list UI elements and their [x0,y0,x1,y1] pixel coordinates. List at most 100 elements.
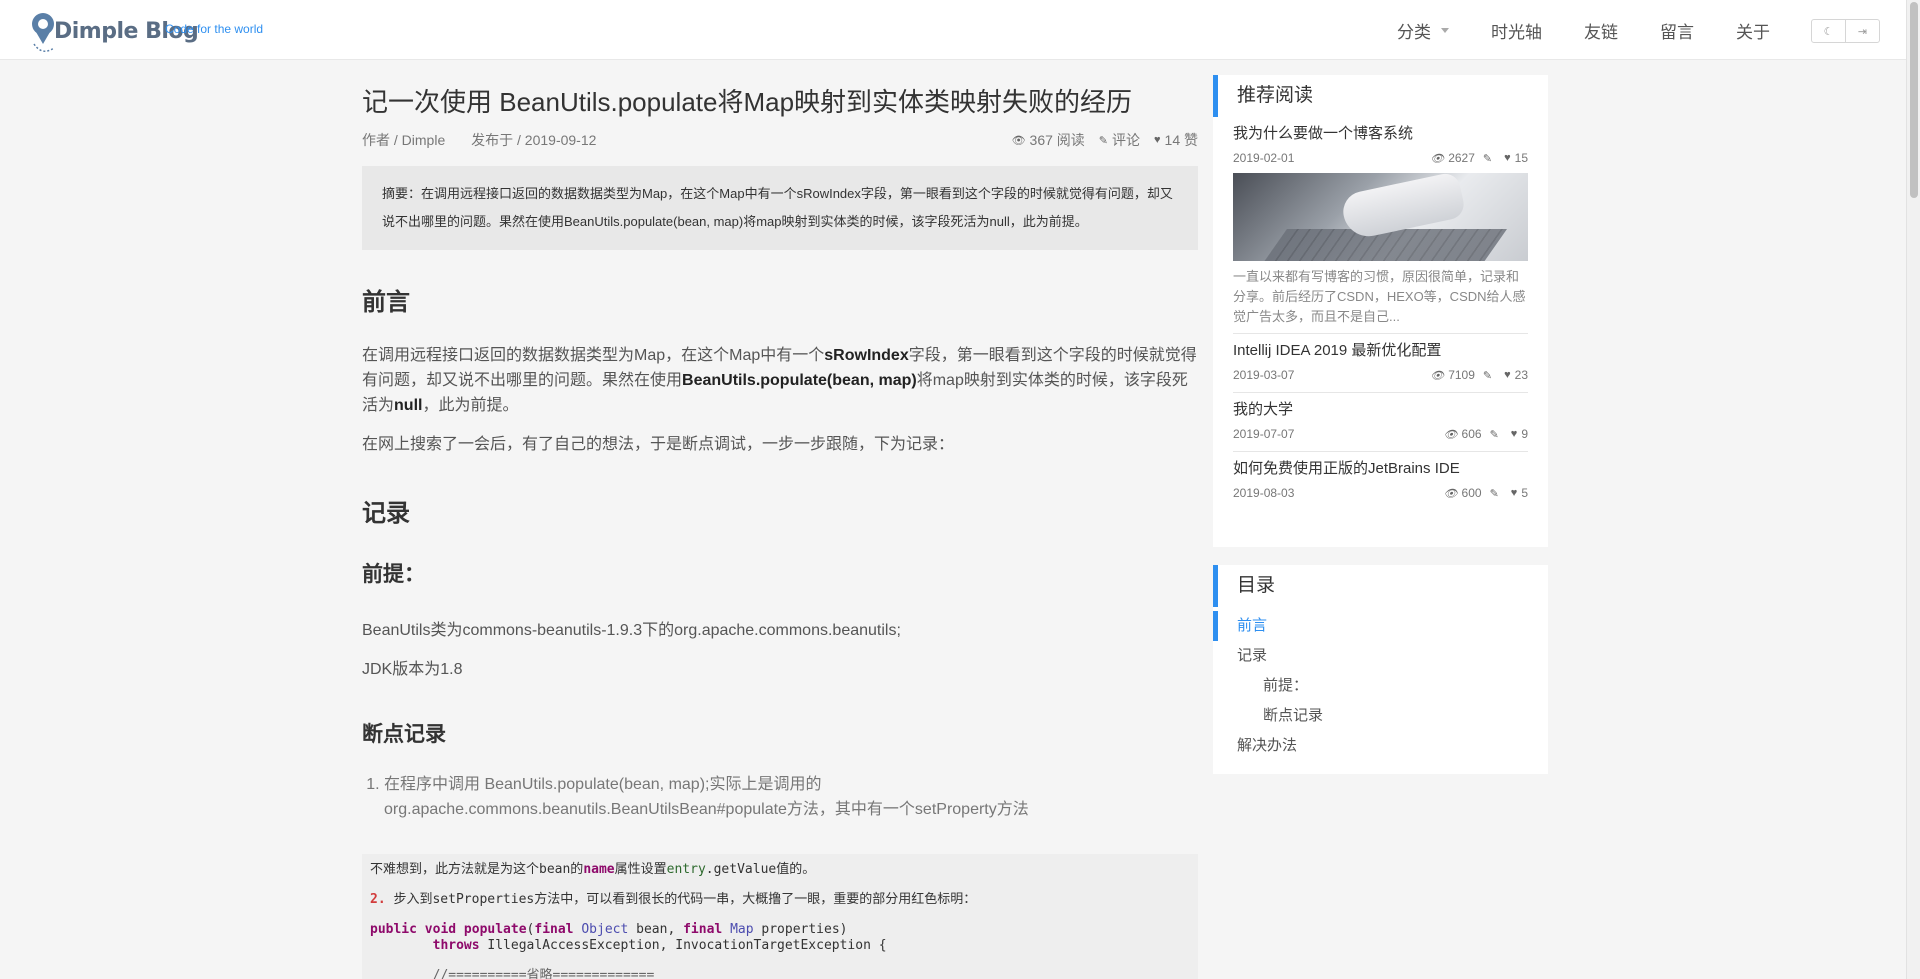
heart-icon: ♥ [1510,428,1518,440]
recommend-item-date: 2019-08-03 [1233,486,1295,500]
recommend-item-title[interactable]: Intellij IDEA 2019 最新优化配置 [1233,340,1528,362]
code-keyword: name [583,862,615,877]
header-toggles: ☾ ⇥ [1811,19,1880,43]
heart-icon: ♥ [1154,134,1161,146]
steps-list: 在程序中调用 BeanUtils.populate(bean, map);实际上… [362,772,1198,822]
comment-icon: ✎ [1482,369,1493,382]
nav-links[interactable]: 友链 [1584,18,1618,43]
top-navbar: Dimple Blog Code for the world 分类 时光轴 友链… [0,0,1906,60]
main-nav: 分类 时光轴 友链 留言 关于 [1355,0,1770,60]
like-button[interactable]: ♥ 14 赞 [1154,130,1198,150]
scrollbar-thumb[interactable] [1910,2,1918,198]
list-item[interactable]: 我为什么要做一个博客系统 2019-02-01 👁 2627 ✎ ♥ 15 一直以来… [1233,117,1528,334]
eye-icon: 👁 [1430,152,1445,165]
heading-record: 记录 [362,500,410,527]
code-function: populate [463,922,527,937]
recommend-item-date: 2019-07-07 [1233,427,1295,441]
text-span: ，此为前提。 [422,397,519,414]
toc-item-premise[interactable]: 前提： [1213,671,1548,701]
list-item[interactable]: 我的大学 2019-07-07 👁 606 ✎ ♥ 9 [1233,393,1528,452]
code-keyword: public void [370,922,457,937]
article-title: 记一次使用 BeanUtils.populate将Map映射到实体类映射失败的经… [362,87,1133,117]
comment-icon: ✎ [1482,152,1493,165]
heart-icon: ♥ [1510,487,1518,499]
toc-item-breakpoint[interactable]: 断点记录 [1213,701,1548,731]
recommend-item-likes: 15 [1514,151,1528,165]
comment-icon: ✎ [1098,134,1108,147]
site-slogan: Code for the world [165,22,264,36]
article-views: 367 阅读 [1029,132,1085,148]
recommend-item-thumbnail[interactable] [1233,173,1528,261]
code-text: properties) [753,922,848,937]
heart-icon: ♥ [1504,369,1511,381]
nav-timeline[interactable]: 时光轴 [1491,18,1542,43]
recommend-item-date: 2019-03-07 [1233,368,1295,382]
recommend-item-views: 600 [1461,486,1482,500]
heart-icon: ♥ [1504,152,1511,164]
nav-about[interactable]: 关于 [1736,18,1770,43]
text-span: 在调用远程接口返回的数据数据类型为Map，在这个Map中有一个 [362,347,825,364]
comment-icon: ✎ [1489,487,1499,500]
heading-breakpoint: 断点记录 [362,723,446,746]
premise-paragraph-2: JDK版本为1.8 [362,661,463,678]
list-item[interactable]: Intellij IDEA 2019 最新优化配置 2019-03-07 👁 71… [1233,334,1528,393]
article-likes: 14 赞 [1164,132,1198,148]
recommend-item-title[interactable]: 如何免费使用正版的JetBrains IDE [1233,458,1528,480]
text-span: org.apache.commons.beanutils.BeanUtilsBe… [384,801,1029,818]
code-keyword: final [683,922,723,937]
code-class: Map [722,922,754,937]
comment-link[interactable]: ✎ 评论 [1099,130,1140,150]
heading-preface: 前言 [362,289,410,316]
eye-icon: 👁 [1011,134,1026,147]
toc-item-record[interactable]: 记录 [1213,641,1548,671]
eye-icon: 👁 [1430,369,1445,382]
recommend-title: 推荐阅读 [1213,75,1548,117]
code-text: .getValue值的。 [705,862,816,877]
preface-paragraph-2: 在网上搜索了一会后，有了自己的想法，于是断点调试，一步一步跟随，下为记录： [362,436,955,453]
heading-premise: 前提： [362,563,425,586]
recommend-item-desc: 一直以来都有写博客的习惯，原因很简单，记录和分享。前后经历了CSDN，HEXO等… [1233,269,1526,324]
code-keyword: throws [370,938,480,953]
code-comment: //==========省略============= [370,968,655,979]
nav-guestbook[interactable]: 留言 [1660,18,1694,43]
login-icon[interactable]: ⇥ [1845,20,1879,42]
recommend-item-title[interactable]: 我的大学 [1233,399,1528,421]
code-text: IllegalAccessException, InvocationTarget… [479,938,887,953]
recommend-item-title[interactable]: 我为什么要做一个博客系统 [1233,123,1528,145]
bold-span: BeanUtils.populate(bean, map) [682,372,917,389]
recommend-panel: 推荐阅读 我为什么要做一个博客系统 2019-02-01 👁 2627 ✎ ♥ 15… [1213,75,1548,547]
recommend-item-date: 2019-02-01 [1233,151,1295,165]
premise-paragraph-1: BeanUtils类为commons-beanutils-1.9.3下的org.… [362,622,901,639]
toc-panel: 目录 前言 记录 前提： 断点记录 解决办法 [1213,565,1548,774]
article-meta: 作者 / Dimple 发布于 / 2019-09-12 👁 367 阅读 ✎ 评论… [362,130,1198,150]
recommend-item-views: 606 [1461,427,1482,441]
list-item[interactable]: 如何免费使用正版的JetBrains IDE 2019-08-03 👁 600 ✎… [1233,452,1528,510]
code-text: 步入到setProperties方法中，可以看到很长的代码一串，大概撸了一眼，重… [385,892,977,907]
nav-category[interactable]: 分类 [1397,18,1449,43]
logo-pin-icon [32,13,55,52]
code-number: 2. [370,892,386,907]
bold-span: sRowIndex [824,347,909,364]
article-comments: 评论 [1112,132,1140,148]
recommend-item-views: 2627 [1448,151,1475,165]
code-class: Object [573,922,629,937]
eye-icon: 👁 [1443,487,1458,500]
page-scrollbar[interactable] [1906,0,1920,979]
code-keyword: final [534,922,574,937]
code-text: 属性设置 [614,862,667,877]
recommend-item-views: 7109 [1448,368,1475,382]
article-summary: 摘要：在调用远程接口返回的数据数据类型为Map，在这个Map中有一个sRowIn… [362,166,1198,250]
article-author: 作者 / Dimple [362,132,446,148]
moon-icon[interactable]: ☾ [1812,20,1845,42]
code-string: entry [666,862,706,877]
toc-item-preface[interactable]: 前言 [1213,611,1548,641]
article-date: 发布于 / 2019-09-12 [471,132,597,148]
code-block: 不难想到，此方法就是为这个bean的name属性设置entry.getValue… [362,854,1198,979]
code-text: bean, [628,922,684,937]
text-span: 在程序中调用 BeanUtils.populate(bean, map);实际上… [384,776,822,793]
comment-icon: ✎ [1489,428,1499,441]
toc-item-solution[interactable]: 解决办法 [1213,731,1548,761]
eye-icon: 👁 [1443,428,1458,441]
article: 记一次使用 BeanUtils.populate将Map映射到实体类映射失败的经… [362,84,1198,979]
recommend-item-likes: 9 [1521,427,1528,441]
